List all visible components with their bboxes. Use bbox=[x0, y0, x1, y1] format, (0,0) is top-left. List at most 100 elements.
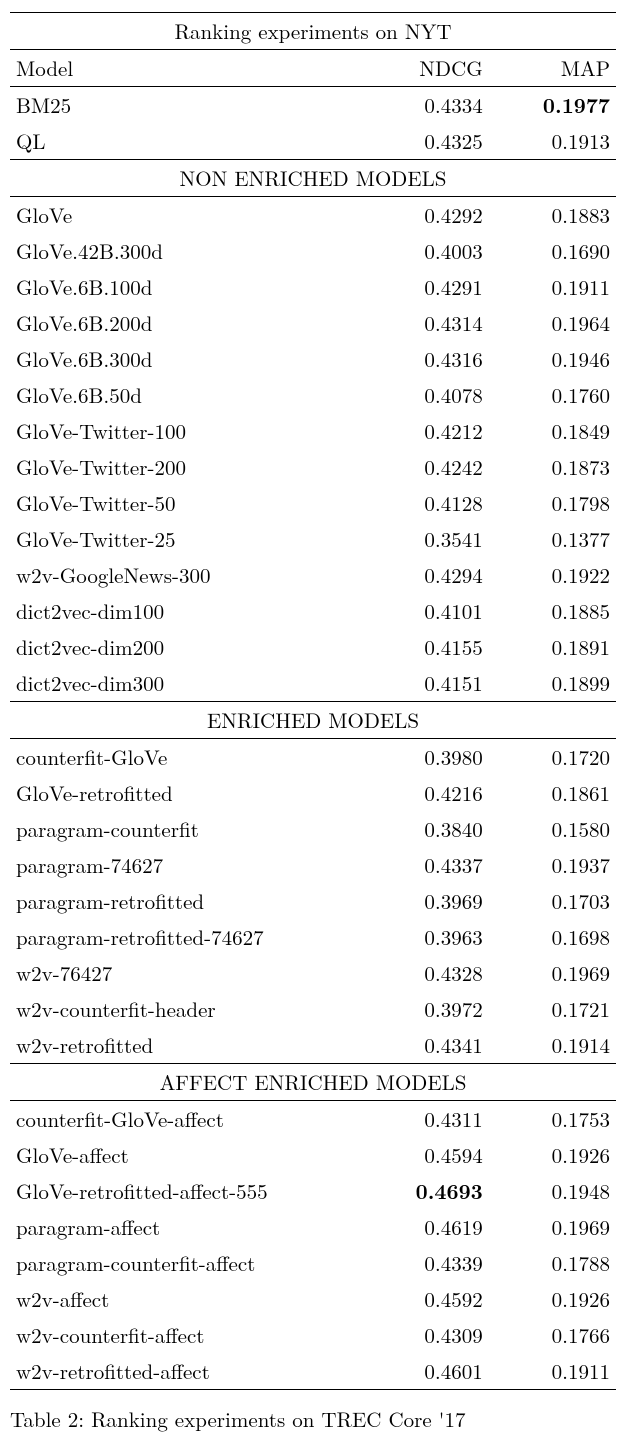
table-row: BM250.43340.1977 bbox=[10, 87, 616, 124]
ndcg-value: 0.4592 bbox=[361, 1281, 488, 1317]
col-header-map: MAP bbox=[489, 50, 616, 87]
table-row: dict2vec-dim2000.41550.1891 bbox=[10, 629, 616, 665]
table-title: Ranking experiments on NYT bbox=[10, 13, 616, 50]
ndcg-value: 0.4693 bbox=[361, 1173, 488, 1209]
map-value: 0.1377 bbox=[489, 521, 616, 557]
table-row: GloVe.6B.50d0.40780.1760 bbox=[10, 377, 616, 413]
table-row: GloVe-Twitter-2000.42420.1873 bbox=[10, 449, 616, 485]
ndcg-value: 0.4601 bbox=[361, 1353, 488, 1390]
model-name: BM25 bbox=[10, 87, 361, 124]
ndcg-value: 0.4328 bbox=[361, 955, 488, 991]
model-name: GloVe-Twitter-25 bbox=[10, 521, 361, 557]
table-row: paragram-counterfit0.38400.1580 bbox=[10, 811, 616, 847]
map-value: 0.1891 bbox=[489, 629, 616, 665]
ndcg-value: 0.4291 bbox=[361, 269, 488, 305]
ndcg-value: 0.4311 bbox=[361, 1101, 488, 1138]
ndcg-value: 0.4292 bbox=[361, 197, 488, 234]
map-value: 0.1899 bbox=[489, 665, 616, 702]
ndcg-value: 0.4101 bbox=[361, 593, 488, 629]
model-name: w2v-retrofitted bbox=[10, 1027, 361, 1064]
table-row: GloVe-Twitter-1000.42120.1849 bbox=[10, 413, 616, 449]
table-row: counterfit-GloVe0.39800.1720 bbox=[10, 739, 616, 776]
ndcg-value: 0.4337 bbox=[361, 847, 488, 883]
ndcg-value: 0.3980 bbox=[361, 739, 488, 776]
table-row: paragram-counterfit-affect0.43390.1788 bbox=[10, 1245, 616, 1281]
map-value: 0.1721 bbox=[489, 991, 616, 1027]
model-name: GloVe-Twitter-50 bbox=[10, 485, 361, 521]
map-value: 0.1937 bbox=[489, 847, 616, 883]
table-row: w2v-retrofitted-affect0.46010.1911 bbox=[10, 1353, 616, 1390]
section-header: AFFECT ENRICHED MODELS bbox=[10, 1064, 616, 1101]
results-table: Ranking experiments on NYTModelNDCGMAPBM… bbox=[10, 12, 616, 1390]
model-name: counterfit-GloVe bbox=[10, 739, 361, 776]
map-value: 0.1969 bbox=[489, 955, 616, 991]
map-value: 0.1969 bbox=[489, 1209, 616, 1245]
table-row: GloVe-affect0.45940.1926 bbox=[10, 1137, 616, 1173]
ndcg-value: 0.3541 bbox=[361, 521, 488, 557]
map-value: 0.1788 bbox=[489, 1245, 616, 1281]
model-name: paragram-retrofitted bbox=[10, 883, 361, 919]
map-value: 0.1913 bbox=[489, 123, 616, 160]
table-row: paragram-746270.43370.1937 bbox=[10, 847, 616, 883]
model-name: GloVe.6B.300d bbox=[10, 341, 361, 377]
table-caption: Table 2: Ranking experiments on TREC Cor… bbox=[10, 1404, 616, 1434]
model-name: GloVe-Twitter-100 bbox=[10, 413, 361, 449]
ndcg-value: 0.4316 bbox=[361, 341, 488, 377]
table-row: GloVe-Twitter-250.35410.1377 bbox=[10, 521, 616, 557]
map-value: 0.1753 bbox=[489, 1101, 616, 1138]
section-header-cell: AFFECT ENRICHED MODELS bbox=[10, 1064, 616, 1101]
ndcg-value: 0.4242 bbox=[361, 449, 488, 485]
map-value: 0.1580 bbox=[489, 811, 616, 847]
model-name: counterfit-GloVe-affect bbox=[10, 1101, 361, 1138]
map-value: 0.1698 bbox=[489, 919, 616, 955]
table-row: GloVe-Twitter-500.41280.1798 bbox=[10, 485, 616, 521]
ndcg-value: 0.4003 bbox=[361, 233, 488, 269]
model-name: GloVe.6B.200d bbox=[10, 305, 361, 341]
table-title-cell: Ranking experiments on NYT bbox=[10, 13, 616, 50]
table-row: GloVe0.42920.1883 bbox=[10, 197, 616, 234]
ndcg-value: 0.4334 bbox=[361, 87, 488, 124]
ndcg-value: 0.3840 bbox=[361, 811, 488, 847]
table-row: w2v-retrofitted0.43410.1914 bbox=[10, 1027, 616, 1064]
ndcg-value: 0.4078 bbox=[361, 377, 488, 413]
model-name: paragram-74627 bbox=[10, 847, 361, 883]
map-value: 0.1849 bbox=[489, 413, 616, 449]
model-name: dict2vec-dim200 bbox=[10, 629, 361, 665]
section-header: NON ENRICHED MODELS bbox=[10, 160, 616, 197]
ndcg-value: 0.4314 bbox=[361, 305, 488, 341]
section-header: ENRICHED MODELS bbox=[10, 702, 616, 739]
map-value: 0.1946 bbox=[489, 341, 616, 377]
ndcg-value: 0.4212 bbox=[361, 413, 488, 449]
col-header-ndcg: NDCG bbox=[361, 50, 488, 87]
model-name: w2v-retrofitted-affect bbox=[10, 1353, 361, 1390]
ndcg-value: 0.4128 bbox=[361, 485, 488, 521]
ndcg-value: 0.4309 bbox=[361, 1317, 488, 1353]
model-name: w2v-counterfit-affect bbox=[10, 1317, 361, 1353]
map-value: 0.1885 bbox=[489, 593, 616, 629]
table-row: w2v-GoogleNews-3000.42940.1922 bbox=[10, 557, 616, 593]
table-row: ModelNDCGMAP bbox=[10, 50, 616, 87]
map-value: 0.1873 bbox=[489, 449, 616, 485]
model-name: w2v-counterfit-header bbox=[10, 991, 361, 1027]
map-value: 0.1766 bbox=[489, 1317, 616, 1353]
map-value: 0.1798 bbox=[489, 485, 616, 521]
table-row: dict2vec-dim3000.41510.1899 bbox=[10, 665, 616, 702]
table-row: w2v-counterfit-affect0.43090.1766 bbox=[10, 1317, 616, 1353]
table-row: paragram-retrofitted-746270.39630.1698 bbox=[10, 919, 616, 955]
table-row: paragram-affect0.46190.1969 bbox=[10, 1209, 616, 1245]
model-name: paragram-counterfit bbox=[10, 811, 361, 847]
map-value: 0.1926 bbox=[489, 1137, 616, 1173]
section-header-cell: ENRICHED MODELS bbox=[10, 702, 616, 739]
table-row: dict2vec-dim1000.41010.1885 bbox=[10, 593, 616, 629]
table-row: w2v-764270.43280.1969 bbox=[10, 955, 616, 991]
ndcg-value: 0.4155 bbox=[361, 629, 488, 665]
model-name: GloVe.6B.50d bbox=[10, 377, 361, 413]
map-value: 0.1703 bbox=[489, 883, 616, 919]
model-name: w2v-affect bbox=[10, 1281, 361, 1317]
model-name: GloVe-retrofitted-affect-555 bbox=[10, 1173, 361, 1209]
map-value: 0.1948 bbox=[489, 1173, 616, 1209]
ndcg-value: 0.4339 bbox=[361, 1245, 488, 1281]
model-name: paragram-retrofitted-74627 bbox=[10, 919, 361, 955]
model-name: GloVe-Twitter-200 bbox=[10, 449, 361, 485]
ndcg-value: 0.4594 bbox=[361, 1137, 488, 1173]
